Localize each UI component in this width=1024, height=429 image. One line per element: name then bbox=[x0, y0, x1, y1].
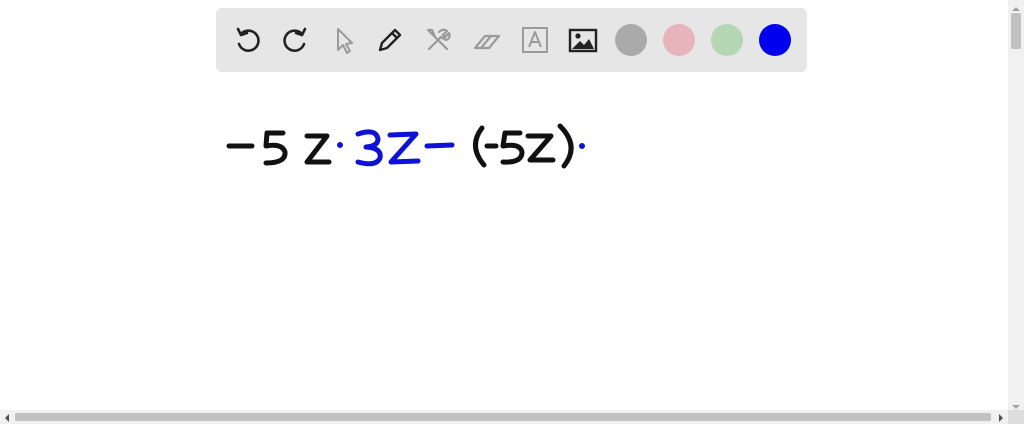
tools-icon bbox=[426, 28, 451, 51]
eraser-icon bbox=[473, 34, 501, 50]
pointer-icon bbox=[337, 28, 353, 54]
color-swatch-green[interactable] bbox=[711, 24, 743, 56]
ink-black-part bbox=[226, 130, 332, 166]
vertical-scroll-thumb[interactable] bbox=[1011, 13, 1021, 49]
horizontal-scrollbar[interactable] bbox=[0, 410, 1008, 424]
select-tool-button[interactable] bbox=[324, 20, 364, 60]
undo-icon bbox=[236, 27, 260, 52]
color-swatch-blue[interactable] bbox=[759, 24, 791, 56]
undo-button[interactable] bbox=[228, 20, 268, 60]
text-box-icon bbox=[522, 27, 548, 53]
pen-tool-button[interactable] bbox=[370, 20, 410, 60]
scroll-left-button[interactable] bbox=[0, 410, 14, 424]
color-swatch-pink[interactable] bbox=[663, 24, 695, 56]
ink-trailing-dot bbox=[579, 143, 585, 149]
image-icon bbox=[568, 28, 598, 53]
drawing-toolbar bbox=[216, 8, 807, 72]
ink-blue-part bbox=[337, 129, 455, 167]
arrow-left-icon bbox=[5, 414, 9, 422]
scroll-right-button[interactable] bbox=[994, 410, 1008, 424]
pen-icon bbox=[378, 28, 402, 52]
eraser-tool-button[interactable] bbox=[467, 20, 507, 60]
arrow-right-icon bbox=[999, 414, 1003, 422]
vertical-scrollbar[interactable] bbox=[1008, 0, 1024, 410]
ink-black-paren-part bbox=[473, 123, 574, 169]
scrollbar-corner bbox=[1008, 410, 1024, 424]
redo-button[interactable] bbox=[275, 20, 315, 60]
color-swatch-gray[interactable] bbox=[615, 24, 647, 56]
horizontal-scroll-thumb[interactable] bbox=[15, 413, 991, 421]
scroll-down-button[interactable] bbox=[1008, 398, 1024, 410]
scroll-up-button[interactable] bbox=[1008, 0, 1024, 12]
tools-button[interactable] bbox=[418, 20, 458, 60]
redo-icon bbox=[283, 27, 307, 52]
text-tool-button[interactable] bbox=[515, 20, 555, 60]
insert-image-button[interactable] bbox=[563, 20, 603, 60]
